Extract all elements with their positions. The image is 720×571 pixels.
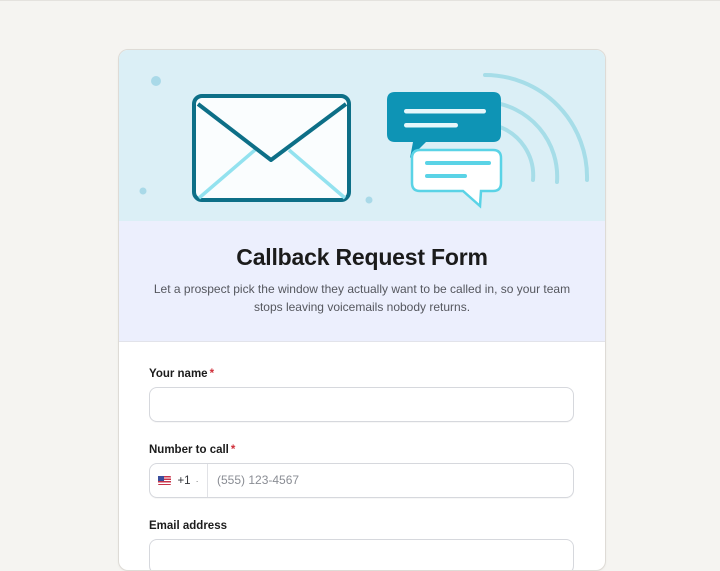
form-title: Callback Request Form (236, 244, 488, 270)
chevron-dot-icon: · (195, 475, 199, 486)
hero-illustration (119, 50, 605, 221)
email-field-label: Email address (149, 520, 227, 532)
name-input[interactable] (149, 387, 574, 422)
phone-field-label: Number to call * (149, 444, 235, 456)
phone-input[interactable]: +1 · (555) 123-4567 (149, 463, 574, 498)
country-code: +1 (177, 474, 191, 487)
phone-label-text: Number to call (149, 444, 229, 456)
name-label-text: Your name (149, 368, 208, 380)
form-subtitle: Let a prospect pick the window they actu… (153, 282, 571, 314)
form-header: Callback Request Form Let a prospect pic… (119, 221, 605, 342)
country-code-selector[interactable]: +1 · (150, 464, 208, 497)
required-marker: * (209, 368, 215, 380)
top-divider (0, 0, 720, 1)
required-marker: * (230, 444, 236, 456)
phone-placeholder: (555) 123-4567 (217, 473, 300, 487)
envelope-icon (192, 94, 351, 202)
name-field-label: Your name * (149, 368, 214, 380)
email-input[interactable] (149, 539, 574, 570)
form-card: Callback Request Form Let a prospect pic… (118, 49, 606, 571)
us-flag-icon (158, 476, 172, 485)
email-label-text: Email address (149, 520, 227, 532)
chat-bubbles-icon (387, 92, 503, 209)
